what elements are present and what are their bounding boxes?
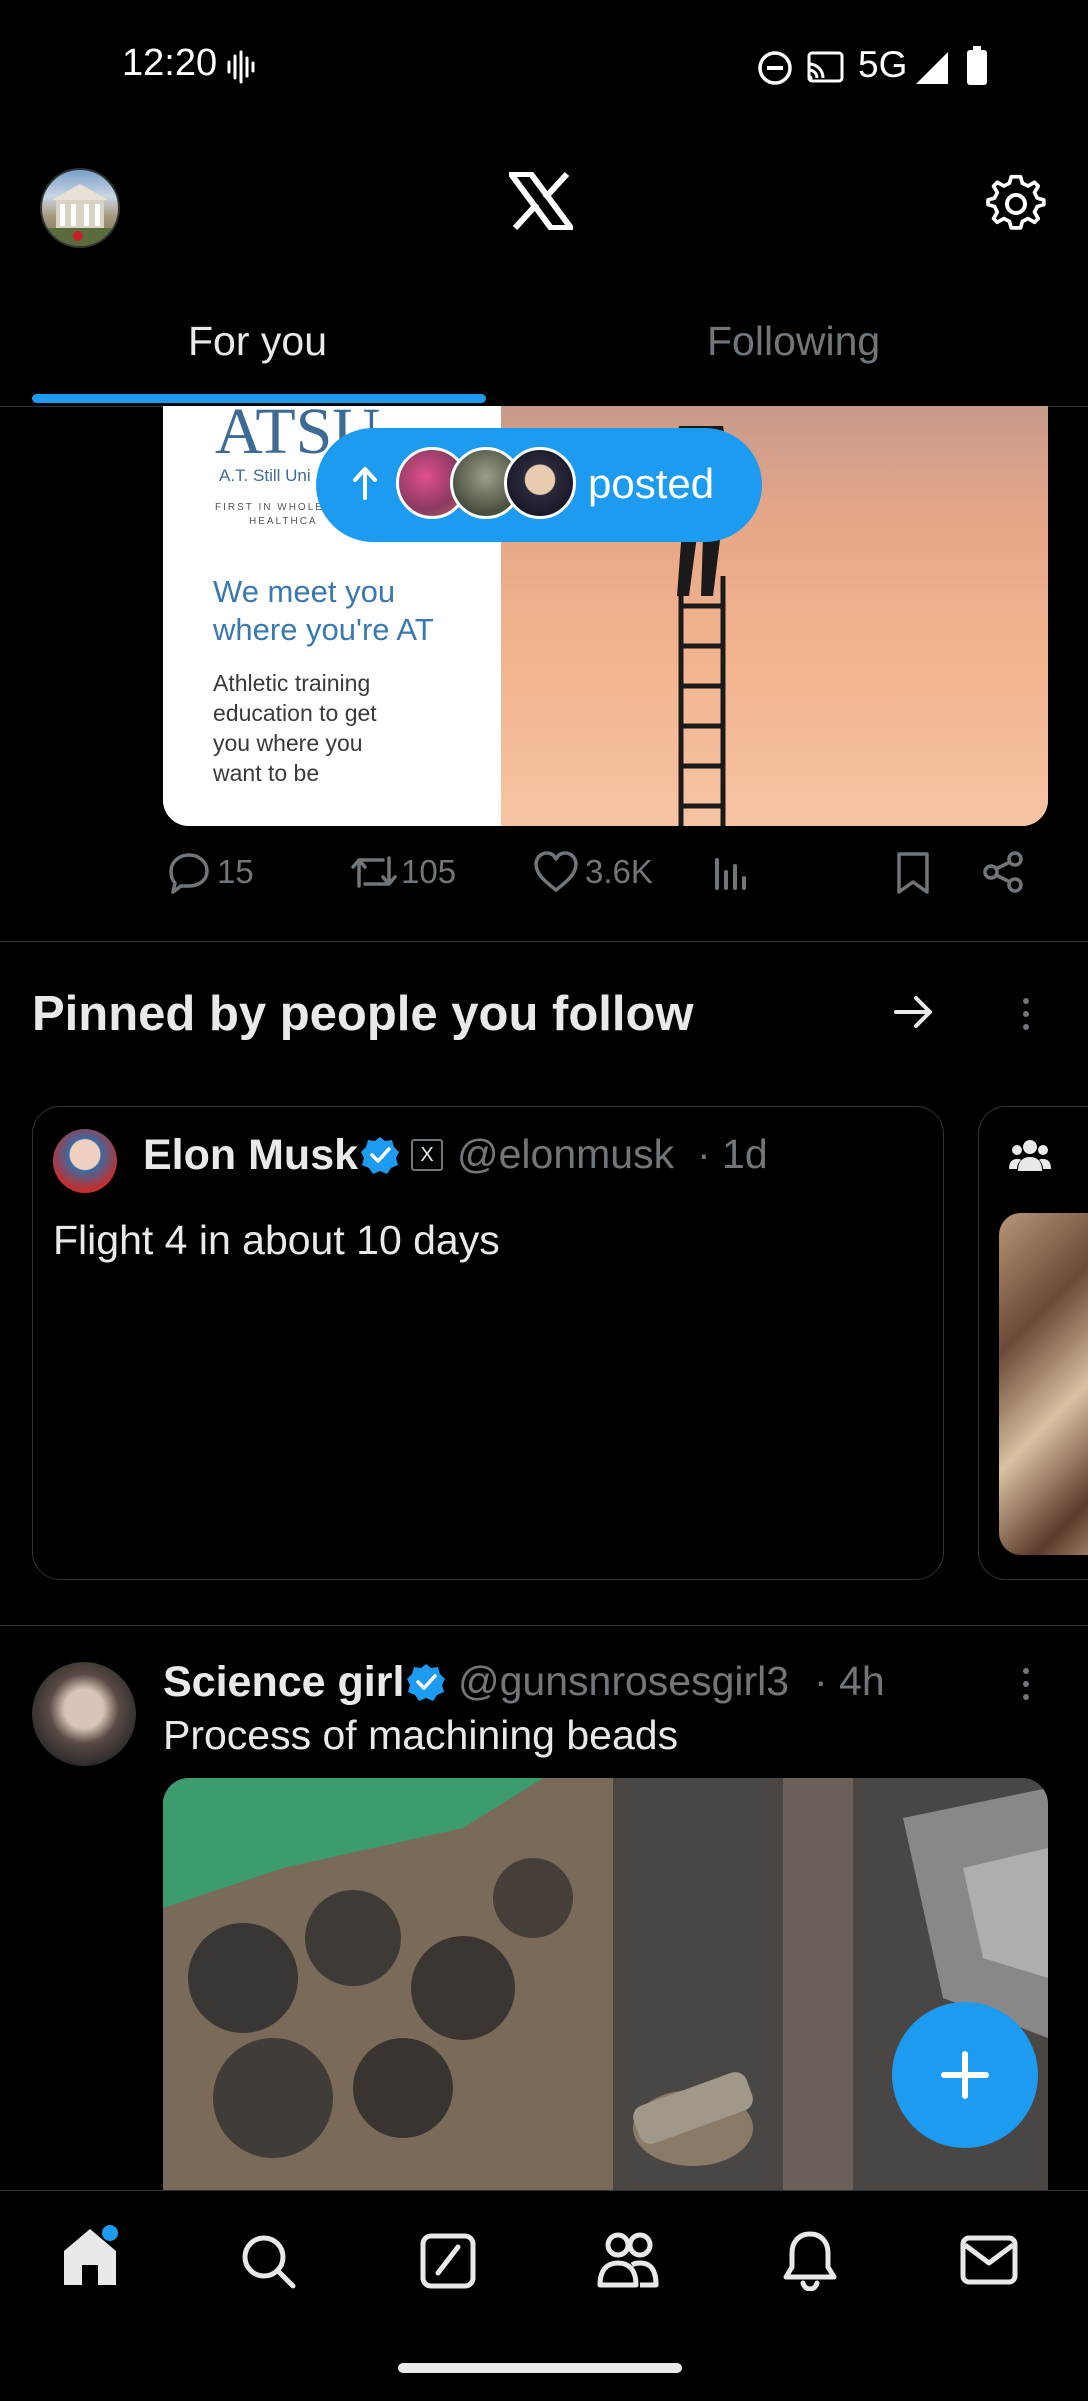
promo-brand-sub: A.T. Still Uni [219,466,311,485]
feed-author-name[interactable]: Science girl [163,1658,404,1707]
repost-icon [351,856,397,888]
promo-tag-2: HEALTHCA [249,516,318,527]
more-vertical-icon[interactable] [1016,1664,1036,1704]
sound-wave-icon [226,50,256,84]
repost-count: 105 [401,853,457,890]
promo-body-1: Athletic training [213,670,371,696]
compose-plus-icon [941,2051,989,2099]
pinned-post-time: · 1d [697,1131,768,1177]
tab-following[interactable]: Following [707,318,880,365]
like-button[interactable]: 3.6K [533,850,653,894]
pinned-card-2-image[interactable] [999,1213,1088,1555]
search-icon[interactable] [240,2233,296,2289]
share-icon [983,851,1023,893]
promo-headline-1: We meet you [213,574,396,609]
pinned-post-text: Flight 4 in about 10 days [53,1217,500,1263]
new-posts-label: posted [588,460,715,507]
compose-button[interactable] [892,2002,1038,2148]
feed-author-handle: @gunsnrosesgirl3 [458,1658,790,1704]
tab-indicator [32,394,486,403]
more-vertical-icon[interactable] [1016,994,1036,1034]
status-bar: 12:20 5G [0,0,1088,130]
gesture-home-bar[interactable] [398,2363,682,2373]
pinned-post-card-2[interactable] [978,1106,1088,1580]
pinned-section-title: Pinned by people you follow [32,987,694,1041]
pinned-author-name[interactable]: Elon Musk [143,1131,358,1180]
promo-body-4: want to be [213,760,320,786]
communities-icon[interactable] [596,2231,660,2289]
cast-icon [805,50,845,86]
bookmark-button[interactable] [893,850,933,896]
network-label: 5G [858,44,908,85]
notifications-icon[interactable] [782,2229,838,2291]
settings-gear-icon[interactable] [986,174,1046,234]
promo-body-3: you where you [213,730,363,756]
pinned-author-handle: @elonmusk [457,1131,675,1177]
divider [0,1625,1088,1626]
pill-avatar-3 [504,447,576,519]
promo-headline-2: where you're AT [213,612,434,647]
like-icon [534,851,578,892]
promo-tag-1: FIRST IN WHOLE [215,502,324,513]
arrow-right-icon[interactable] [892,992,936,1032]
share-button[interactable] [981,850,1025,894]
bookmark-icon [897,852,929,894]
post-actions: 15 105 3.6K [163,850,1043,910]
battery-icon [966,46,988,86]
verified-badge-icon [360,1135,400,1175]
status-time: 12:20 [122,42,218,84]
pinned-post-card[interactable]: Elon Musk X @elonmusk · 1d Flight 4 in a… [32,1106,944,1580]
repost-button[interactable]: 105 [349,850,456,894]
elon-musk-avatar[interactable] [53,1129,117,1193]
signal-icon [914,50,950,86]
science-girl-avatar[interactable] [32,1662,136,1766]
home-icon[interactable] [60,2225,120,2289]
verified-badge-icon [406,1662,446,1702]
views-button[interactable] [711,850,751,894]
reply-count: 15 [217,853,254,890]
x-logo-icon [509,172,573,230]
like-count: 3.6K [585,853,653,890]
affiliation-badge: X [411,1139,443,1171]
divider [0,941,1088,942]
messages-icon[interactable] [960,2235,1018,2285]
profile-avatar[interactable] [40,168,120,248]
arrow-up-icon [352,466,378,500]
timeline-tabs: For you Following [0,290,1088,407]
promo-body-2: education to get [213,700,377,726]
do-not-disturb-icon [757,50,793,86]
feed-post-text: Process of machining beads [163,1712,679,1758]
communities-icon [1009,1137,1051,1173]
grok-icon[interactable] [420,2233,476,2289]
reply-icon [169,853,209,894]
feed-post-time: · 4h [814,1658,885,1704]
tab-for-you[interactable]: For you [188,318,327,365]
views-icon [715,858,746,890]
reply-button[interactable]: 15 [167,850,254,894]
new-posts-pill[interactable]: posted [316,428,762,542]
